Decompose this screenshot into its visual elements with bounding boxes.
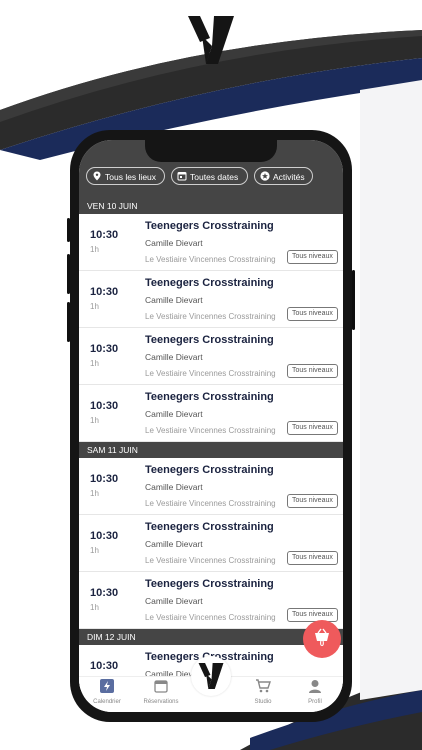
app-screen: Tous les lieux Toutes dates Activités VE… [79,140,343,712]
session-time: 10:30 [90,473,119,485]
phone-side-button [67,302,70,342]
session-time: 10:30 [90,229,119,241]
session-coach: Camille Dievart [145,295,203,305]
star-icon [260,171,270,181]
session-title: Teenegers Crosstraining [145,464,274,476]
tab-studio-label: Studio [254,699,272,705]
session-title: Teenegers Crosstraining [145,578,274,590]
session-time: 10:30 [90,400,119,412]
session-place: Le Vestiaire Vincennes Crosstraining [145,426,276,435]
session-duration: 1h [90,416,99,425]
tab-profil-label: Profil [308,699,322,705]
session-row[interactable]: 10:30 1h Teenegers Crosstraining Camille… [79,271,343,328]
cart-icon [256,679,271,693]
brand-logo [188,16,234,64]
session-row[interactable]: 10:30 1h Teenegers Crosstraining Camille… [79,328,343,385]
session-row[interactable]: 10:30 1h Teenegers Crosstraining Camille… [79,515,343,572]
session-duration: 1h [90,603,99,612]
session-place: Le Vestiaire Vincennes Crosstraining [145,499,276,508]
session-coach: Camille Dievart [145,596,203,606]
session-time: 10:30 [90,530,119,542]
tab-studio[interactable]: Studio [237,679,289,705]
level-badge: Tous niveaux [287,551,338,565]
filter-dates-label: Toutes dates [190,172,239,182]
calendar-icon [154,680,168,693]
tab-calendrier[interactable]: Calendrier [81,679,133,705]
session-duration: 1h [90,489,99,498]
session-coach: Camille Dievart [145,352,203,362]
session-place: Le Vestiaire Vincennes Crosstraining [145,312,276,321]
session-row[interactable]: 10:30 1h Teenegers Crosstraining Camille… [79,572,343,629]
session-time: 10:30 [90,660,119,672]
day-header: SAM 11 JUIN [79,442,343,458]
phone-notch [145,140,277,162]
session-title: Teenegers Crosstraining [145,521,274,533]
tab-profil[interactable]: Profil [289,679,341,705]
phone-side-button [67,254,70,294]
session-list: VEN 10 JUIN 10:30 1h Teenegers Crosstrai… [79,198,343,702]
session-coach: Camille Dievart [145,482,203,492]
session-place: Le Vestiaire Vincennes Crosstraining [145,613,276,622]
session-duration: 1h [90,245,99,254]
session-title: Teenegers Crosstraining [145,391,274,403]
calendar-icon [177,172,187,181]
day-header: VEN 10 JUIN [79,198,343,214]
session-row[interactable]: 10:30 1h Teenegers Crosstraining Camille… [79,385,343,442]
filter-location-label: Tous les lieux [105,172,157,182]
filter-location-chip[interactable]: Tous les lieux [86,167,165,185]
phone-side-button [352,270,355,330]
level-badge: Tous niveaux [287,307,338,321]
filter-activities-chip[interactable]: Activités [254,167,313,185]
bolt-icon [100,679,114,693]
session-title: Teenegers Crosstraining [145,220,274,232]
basket-button[interactable]: 0 [303,620,341,658]
session-row[interactable]: 10:30 1h Teenegers Crosstraining Camille… [79,458,343,515]
session-duration: 1h [90,302,99,311]
phone-side-button [67,218,70,242]
session-place: Le Vestiaire Vincennes Crosstraining [145,255,276,264]
session-time: 10:30 [90,343,119,355]
session-row[interactable]: 10:30 1h Teenegers Crosstraining Camille… [79,214,343,271]
level-badge: Tous niveaux [287,364,338,378]
session-time: 10:30 [90,587,119,599]
level-badge: Tous niveaux [287,494,338,508]
level-badge: Tous niveaux [287,250,338,264]
session-duration: 1h [90,546,99,555]
tab-reservations-label: Réservations [143,699,179,705]
session-place: Le Vestiaire Vincennes Crosstraining [145,556,276,565]
session-coach: Camille Dievart [145,409,203,419]
session-place: Le Vestiaire Vincennes Crosstraining [145,369,276,378]
filter-activities-label: Activités [273,172,305,182]
location-pin-icon [93,171,101,181]
logo-icon [198,663,224,689]
session-time: 10:30 [90,286,119,298]
phone-frame: Tous les lieux Toutes dates Activités VE… [67,130,355,722]
level-badge: Tous niveaux [287,421,338,435]
level-badge: Tous niveaux [287,608,338,622]
session-coach: Camille Dievart [145,539,203,549]
session-coach: Camille Dievart [145,238,203,248]
basket-count: 0 [319,639,325,648]
filter-dates-chip[interactable]: Toutes dates [171,167,248,185]
tab-reservations[interactable]: Réservations [135,679,187,705]
session-title: Teenegers Crosstraining [145,334,274,346]
session-duration: 1h [90,359,99,368]
home-logo-button[interactable] [191,656,231,696]
user-icon [309,680,321,693]
session-title: Teenegers Crosstraining [145,277,274,289]
tab-calendrier-label: Calendrier [93,699,121,705]
